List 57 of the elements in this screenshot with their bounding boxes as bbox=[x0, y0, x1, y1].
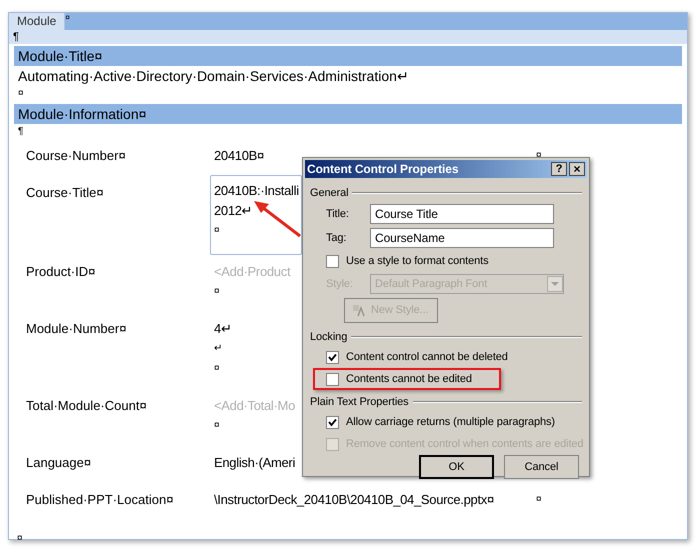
checkbox-label[interactable]: Allow carriage returns (multiple paragraphs) bbox=[346, 414, 555, 430]
field-label: Published·PPT·Location¤ bbox=[26, 491, 174, 509]
field-label: Title: bbox=[326, 206, 350, 222]
checkbox-label[interactable]: Use a style to format contents bbox=[346, 252, 489, 270]
dialog-button[interactable]: OK bbox=[419, 455, 494, 479]
field-label: Tag: bbox=[326, 230, 348, 246]
section-heading-bar: Module·Information¤ bbox=[14, 104, 682, 124]
pilcrow: ¶ bbox=[13, 31, 19, 43]
field-label: Product·ID¤ bbox=[26, 263, 96, 281]
field-value: ¤ bbox=[214, 362, 220, 376]
style-icon bbox=[353, 304, 367, 316]
group-heading: General bbox=[310, 186, 348, 201]
field-label: Module·Number¤ bbox=[26, 320, 128, 338]
field-label: Course·Number¤ bbox=[26, 147, 127, 165]
check-icon bbox=[328, 418, 337, 426]
field-value: 20410B:·Installi bbox=[214, 182, 299, 200]
document-text: Automating·Active·Directory·Domain·Services·Administration↵ bbox=[17, 67, 410, 86]
dialog-button[interactable]: Cancel bbox=[504, 455, 579, 479]
input-field[interactable]: Course Title bbox=[370, 204, 554, 224]
checkbox-label[interactable]: Contents cannot be edited bbox=[346, 370, 472, 388]
content-control[interactable]: 20410B:·Installi 2012↵ ¤ bbox=[210, 175, 302, 255]
caret-icon bbox=[547, 276, 563, 292]
tab-end-mark: ¤ bbox=[65, 13, 70, 23]
section-heading-bar: Module·Title¤ bbox=[14, 46, 682, 66]
cell-end-mark: ¤ bbox=[536, 149, 542, 163]
checkbox[interactable] bbox=[326, 372, 339, 386]
input-field[interactable]: CourseName bbox=[370, 228, 554, 248]
cell-end-mark: ¤ bbox=[536, 493, 542, 507]
field-label: Course·Title¤ bbox=[26, 184, 105, 202]
field-value: English·(Ameri bbox=[214, 454, 296, 472]
dialog-title: Content Control Properties bbox=[307, 161, 458, 178]
placeholder-text: <Add·Product bbox=[214, 263, 290, 281]
field-value: ¤ bbox=[214, 224, 220, 238]
pointer-arrow bbox=[252, 198, 302, 238]
checkbox[interactable] bbox=[326, 350, 339, 364]
field-value: ¤ bbox=[214, 419, 220, 433]
field-value: 4↵ bbox=[214, 320, 232, 338]
field-label: Total·Module·Count¤ bbox=[26, 397, 148, 415]
checkbox-label[interactable]: Content control cannot be deleted bbox=[346, 348, 508, 366]
field-value: 20410B¤ bbox=[214, 147, 264, 165]
checkbox[interactable] bbox=[326, 416, 339, 428]
placeholder-text: <Add·Total·Mo bbox=[214, 397, 296, 415]
field-value: ¤ bbox=[214, 285, 220, 299]
field-value: 2012↵ bbox=[214, 202, 252, 220]
close-button[interactable]: × bbox=[569, 162, 585, 176]
check-icon bbox=[328, 352, 337, 362]
document-text: ¤ bbox=[17, 87, 25, 101]
document-text: ¶ bbox=[17, 125, 24, 139]
field-value: ↵ bbox=[214, 342, 222, 356]
document-end-mark: ¤ bbox=[16, 532, 24, 546]
help-button[interactable]: ? bbox=[551, 162, 567, 176]
group-heading: Locking bbox=[310, 330, 348, 345]
field-value: \InstructorDeck_20410B\20410B_04_Source.pptx¤ bbox=[214, 491, 494, 509]
field-label: Language¤ bbox=[26, 454, 92, 472]
checkbox[interactable] bbox=[326, 254, 339, 268]
group-heading: Plain Text Properties bbox=[310, 394, 409, 410]
module-tab[interactable]: Module bbox=[9, 13, 66, 30]
